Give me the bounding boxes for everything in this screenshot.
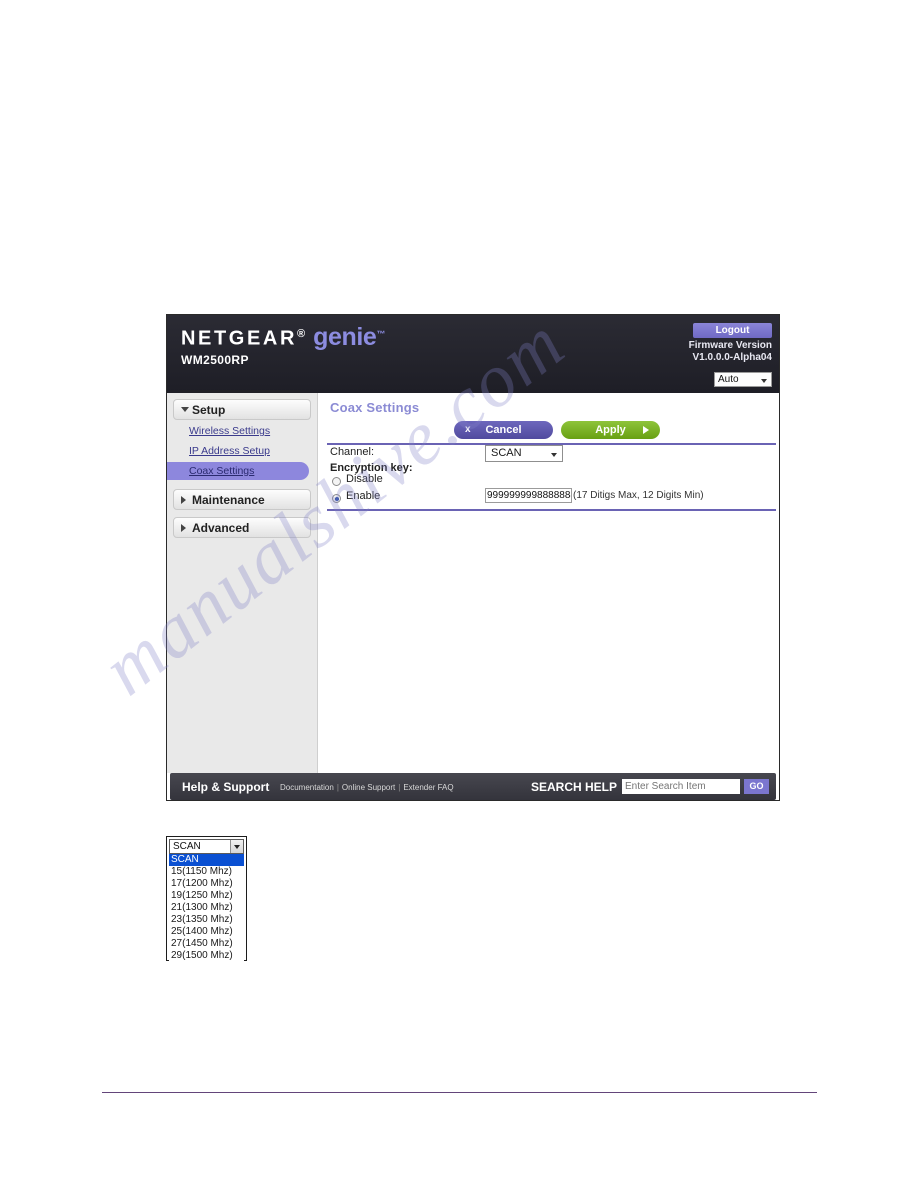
- sidebar-group-setup-label: Setup: [192, 403, 226, 417]
- dropdown-option[interactable]: 23(1350 Mhz): [169, 914, 244, 926]
- dropdown-option[interactable]: 27(1450 Mhz): [169, 938, 244, 950]
- divider-bottom: [327, 509, 776, 511]
- encryption-enable-radio[interactable]: [332, 494, 341, 503]
- dropdown-option[interactable]: 19(1250 Mhz): [169, 890, 244, 902]
- encryption-key-input[interactable]: 99999999988888888: [485, 488, 572, 503]
- apply-button[interactable]: Apply: [561, 421, 660, 439]
- firmware-version-label: Firmware Version: [688, 340, 772, 351]
- brand-netgear-text: NETGEAR: [181, 327, 297, 350]
- dropdown-option[interactable]: 17(1200 Mhz): [169, 878, 244, 890]
- link-separator: |: [336, 783, 339, 792]
- action-button-row: x Cancel Apply: [319, 421, 779, 442]
- encryption-enable-label: Enable: [346, 490, 381, 502]
- link-separator: |: [398, 783, 401, 792]
- sidebar-group-advanced[interactable]: Advanced: [173, 517, 311, 538]
- language-select[interactable]: Auto: [714, 372, 772, 387]
- dropdown-option[interactable]: SCAN: [169, 854, 244, 866]
- router-admin-window: NETGEAR® genie™ WM2500RP Logout Firmware …: [166, 314, 780, 801]
- dropdown-option-list: SCAN 15(1150 Mhz) 17(1200 Mhz) 19(1250 M…: [169, 854, 244, 962]
- chevron-down-icon: [181, 407, 189, 412]
- channel-label: Channel:: [330, 446, 375, 458]
- dropdown-option[interactable]: 15(1150 Mhz): [169, 866, 244, 878]
- search-go-button[interactable]: GO: [744, 779, 769, 794]
- encryption-disable-radio[interactable]: [332, 477, 341, 486]
- dropdown-option[interactable]: 29(1500 Mhz): [169, 950, 244, 962]
- sidebar: Setup Wireless Settings IP Address Setup…: [167, 393, 318, 773]
- sidebar-group-setup[interactable]: Setup: [173, 399, 311, 420]
- sidebar-item-wireless-settings[interactable]: Wireless Settings: [167, 422, 317, 440]
- sidebar-setup-items: Wireless Settings IP Address Setup Coax …: [167, 422, 317, 480]
- app-body: Setup Wireless Settings IP Address Setup…: [167, 393, 779, 773]
- chevron-right-icon: [181, 496, 186, 504]
- arrow-right-icon: [643, 426, 649, 434]
- brand-netgear: NETGEAR® genie™: [181, 323, 388, 350]
- search-input[interactable]: [622, 779, 740, 794]
- sidebar-item-coax-settings[interactable]: Coax Settings: [167, 462, 309, 480]
- link-extender-faq[interactable]: Extender FAQ: [403, 783, 453, 792]
- help-support-links: Documentation | Online Support | Extender FA…: [280, 783, 454, 792]
- dropdown-closed-control[interactable]: SCAN: [169, 839, 244, 854]
- close-icon: x: [465, 424, 471, 435]
- content-panel: Coax Settings x Cancel Apply Channel: SC…: [319, 393, 779, 773]
- dropdown-selected-value: SCAN: [173, 841, 201, 852]
- trademark-mark-icon: ™: [376, 329, 388, 339]
- chevron-down-icon: [551, 453, 557, 457]
- dropdown-option[interactable]: 21(1300 Mhz): [169, 902, 244, 914]
- app-header: NETGEAR® genie™ WM2500RP Logout Firmware …: [167, 315, 779, 393]
- apply-button-label: Apply: [595, 424, 626, 436]
- page-footer-divider: [102, 1092, 817, 1093]
- page-title: Coax Settings: [330, 400, 420, 415]
- device-model: WM2500RP: [181, 352, 249, 367]
- chevron-down-icon[interactable]: [230, 840, 243, 853]
- logout-button[interactable]: Logout: [693, 323, 772, 338]
- encryption-key-hint: (17 Ditigs Max, 12 Digits Min): [573, 490, 704, 501]
- chevron-right-icon: [181, 524, 186, 532]
- cancel-button[interactable]: x Cancel: [454, 421, 553, 439]
- sidebar-group-maintenance-label: Maintenance: [192, 493, 265, 507]
- encryption-disable-label: Disable: [346, 473, 383, 485]
- brand-genie-text: genie: [313, 322, 377, 351]
- registered-mark-icon: ®: [296, 328, 306, 340]
- sidebar-item-ip-address-setup[interactable]: IP Address Setup: [167, 442, 317, 460]
- help-support-title: Help & Support: [182, 780, 270, 794]
- sidebar-item-label: Coax Settings: [189, 465, 255, 477]
- language-select-value: Auto: [718, 374, 739, 385]
- chevron-down-icon: [761, 379, 767, 383]
- channel-select-value: SCAN: [491, 447, 522, 459]
- brand-logo: NETGEAR® genie™ WM2500RP: [181, 323, 388, 367]
- search-help-label: SEARCH HELP: [530, 780, 617, 794]
- dropdown-option[interactable]: 25(1400 Mhz): [169, 926, 244, 938]
- sidebar-item-label: Wireless Settings: [189, 425, 271, 437]
- channel-dropdown-expanded: SCAN SCAN 15(1150 Mhz) 17(1200 Mhz) 19(1…: [166, 836, 247, 962]
- link-documentation[interactable]: Documentation: [280, 783, 334, 792]
- cancel-button-label: Cancel: [485, 424, 522, 436]
- sidebar-item-label: IP Address Setup: [189, 445, 270, 457]
- help-support-footer: Help & Support Documentation | Online Supp…: [170, 773, 776, 800]
- link-online-support[interactable]: Online Support: [342, 783, 395, 792]
- sidebar-group-maintenance[interactable]: Maintenance: [173, 489, 311, 510]
- sidebar-group-advanced-label: Advanced: [192, 521, 250, 535]
- firmware-version-value: V1.0.0.0-Alpha04: [692, 352, 772, 363]
- coax-settings-form: Channel: SCAN Encryption key: Disable En…: [319, 445, 779, 509]
- channel-select[interactable]: SCAN: [485, 445, 563, 462]
